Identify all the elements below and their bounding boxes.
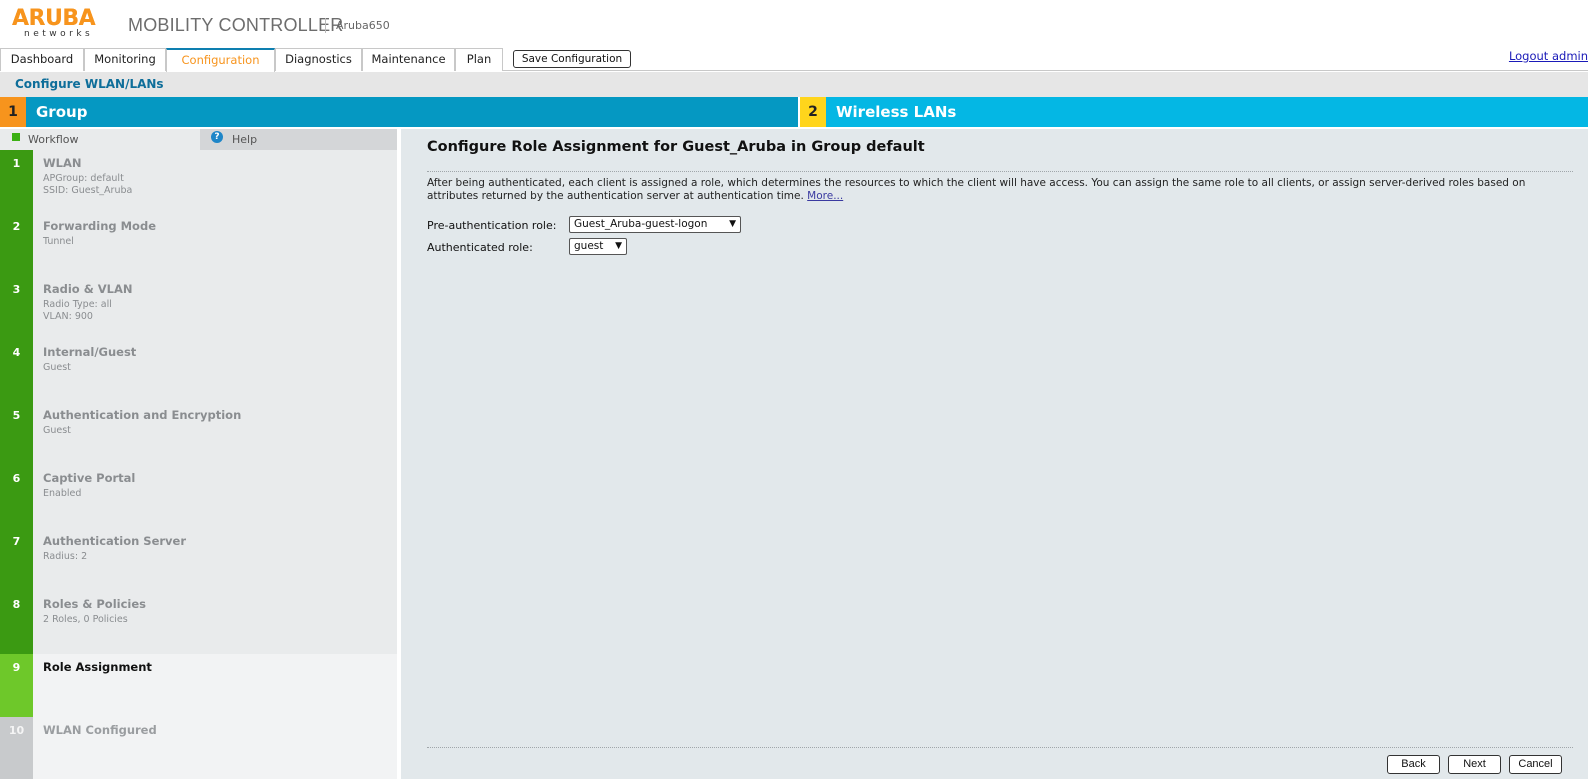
workflow-step-summary: Enabled [43, 488, 81, 500]
workflow-step-title: Forwarding Mode [43, 219, 156, 233]
workflow-step-wlan-configured: 10 WLAN Configured [0, 717, 397, 779]
workflow-step-wlan[interactable]: 1 WLAN APGroup: default SSID: Guest_Arub… [0, 150, 397, 213]
tab-maintenance[interactable]: Maintenance [362, 48, 455, 71]
page-title-bar: Configure WLAN/LANs [0, 72, 1588, 97]
save-configuration-button[interactable]: Save Configuration [513, 50, 631, 68]
workflow-step-role-assignment[interactable]: 9 Role Assignment [0, 654, 397, 717]
summary-line: Enabled [43, 488, 82, 499]
workflow-step-number: 8 [0, 591, 33, 654]
summary-line: SSID: Guest_Aruba [43, 185, 133, 196]
summary-line: APGroup: default [43, 173, 124, 184]
workflow-step-number: 9 [0, 654, 33, 717]
tab-plan[interactable]: Plan [455, 48, 503, 71]
summary-line: VLAN: 900 [43, 311, 93, 322]
back-button[interactable]: Back [1387, 755, 1440, 774]
workflow-step-title: WLAN [43, 156, 82, 170]
summary-line: Tunnel [43, 236, 74, 247]
workflow-step-summary: APGroup: default SSID: Guest_Aruba [43, 173, 132, 197]
workflow-step-number: 5 [0, 402, 33, 465]
workflow-step-title: Internal/Guest [43, 345, 137, 359]
workflow-tab[interactable]: Workflow [0, 129, 200, 150]
summary-line: 2 Roles, 0 Policies [43, 614, 128, 625]
next-button[interactable]: Next [1448, 755, 1501, 774]
workflow-step-summary: Guest [43, 425, 71, 437]
workflow-step-forwarding-mode[interactable]: 2 Forwarding Mode Tunnel [0, 213, 397, 276]
help-tab-label: Help [232, 133, 258, 146]
title-divider [427, 171, 1573, 172]
more-link[interactable]: More... [807, 190, 843, 202]
workflow-step-summary: Radio Type: all VLAN: 900 [43, 299, 112, 323]
step-number: 1 [0, 97, 26, 127]
workflow-step-authentication-server[interactable]: 7 Authentication Server Radius: 2 [0, 528, 397, 591]
footer-divider [427, 747, 1573, 748]
summary-line: Guest [43, 362, 71, 373]
workflow-step-title: Roles & Policies [43, 597, 146, 611]
workflow-step-title: Authentication and Encryption [43, 408, 242, 422]
workflow-step-summary: Radius: 2 [43, 551, 87, 563]
workflow-step-summary: Guest [43, 362, 71, 374]
workflow-step-authentication-encryption[interactable]: 5 Authentication and Encryption Guest [0, 402, 397, 465]
workflow-list: 1 WLAN APGroup: default SSID: Guest_Arub… [0, 150, 397, 779]
auth-role-label: Authenticated role: [427, 241, 533, 254]
summary-line: Guest [43, 425, 71, 436]
workflow-tab-label: Workflow [28, 133, 79, 146]
workflow-step-title: Radio & VLAN [43, 282, 133, 296]
tab-diagnostics[interactable]: Diagnostics [275, 48, 362, 71]
workflow-step-summary: 2 Roles, 0 Policies [43, 614, 128, 626]
pre-auth-role-label: Pre-authentication role: [427, 219, 557, 232]
workflow-step-number: 2 [0, 213, 33, 276]
step-label: Group [36, 103, 88, 121]
tab-monitoring[interactable]: Monitoring [84, 48, 166, 71]
step-group[interactable]: 1 Group [0, 97, 798, 127]
workflow-step-summary: Tunnel [43, 236, 74, 248]
step-wireless-lans[interactable]: 2 Wireless LANs [800, 97, 1588, 127]
pre-auth-role-value: Guest_Aruba-guest-logon [574, 218, 708, 230]
workflow-step-number: 7 [0, 528, 33, 591]
aruba-logo: ARUBA networks [12, 8, 104, 40]
tab-configuration[interactable]: Configuration [166, 48, 275, 72]
workflow-step-number: 6 [0, 465, 33, 528]
workflow-step-captive-portal[interactable]: 6 Captive Portal Enabled [0, 465, 397, 528]
summary-line: Radius: 2 [43, 551, 88, 562]
logout-link[interactable]: Logout admin [1509, 49, 1588, 63]
workflow-step-title: Captive Portal [43, 471, 136, 485]
role-assignment-form: Configure Role Assignment for Guest_Arub… [401, 129, 1588, 779]
workflow-step-roles-policies[interactable]: 8 Roles & Policies 2 Roles, 0 Policies [0, 591, 397, 654]
chevron-down-icon: ▼ [729, 219, 736, 229]
pre-auth-role-select[interactable]: Guest_Aruba-guest-logon ▼ [569, 216, 741, 233]
workflow-panel: Workflow ? Help 1 WLAN APGroup: default … [0, 129, 397, 779]
workflow-step-radio-vlan[interactable]: 3 Radio & VLAN Radio Type: all VLAN: 900 [0, 276, 397, 339]
app-header: ARUBA networks MOBILITY CONTROLLER Aruba… [0, 0, 1588, 48]
description-text: After being authenticated, each client i… [427, 177, 1526, 202]
workflow-step-number: 10 [0, 717, 33, 779]
help-tab[interactable]: ? Help [200, 129, 397, 150]
auth-role-select[interactable]: guest ▼ [569, 238, 627, 255]
workflow-step-internal-guest[interactable]: 4 Internal/Guest Guest [0, 339, 397, 402]
page-title: Configure WLAN/LANs [15, 77, 164, 91]
product-title: MOBILITY CONTROLLER [128, 15, 344, 35]
help-icon: ? [211, 131, 223, 143]
logo-wordmark: ARUBA [12, 6, 96, 31]
auth-role-value: guest [574, 240, 604, 252]
form-description: After being authenticated, each client i… [427, 177, 1577, 203]
workflow-step-number: 1 [0, 150, 33, 213]
step-label: Wireless LANs [836, 103, 957, 121]
header-separator [325, 18, 326, 33]
workflow-step-number: 4 [0, 339, 33, 402]
workflow-square-icon [12, 133, 20, 141]
tab-dashboard[interactable]: Dashboard [0, 48, 84, 71]
workflow-step-title: WLAN Configured [43, 723, 157, 737]
workflow-step-number: 3 [0, 276, 33, 339]
workflow-step-title: Role Assignment [43, 660, 152, 674]
device-name: Aruba650 [336, 19, 390, 32]
step-number: 2 [800, 97, 826, 127]
cancel-button[interactable]: Cancel [1509, 755, 1562, 774]
form-title: Configure Role Assignment for Guest_Arub… [427, 139, 925, 155]
main-nav: Dashboard Monitoring Configuration Diagn… [0, 48, 1588, 72]
workflow-step-title: Authentication Server [43, 534, 187, 548]
logo-subtitle: networks [24, 29, 94, 39]
summary-line: Radio Type: all [43, 299, 112, 310]
chevron-down-icon: ▼ [615, 241, 622, 251]
